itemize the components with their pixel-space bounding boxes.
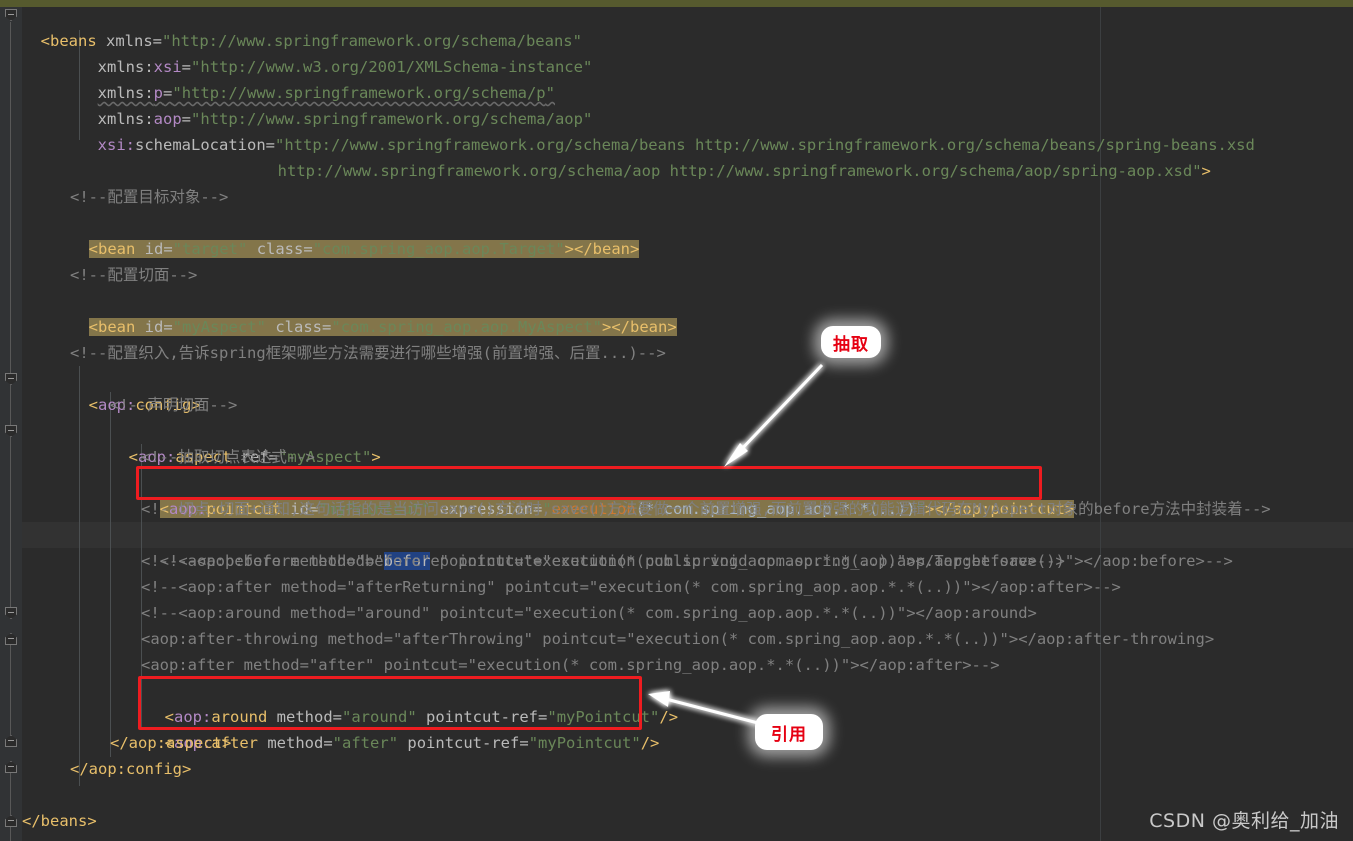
token-attr-local: schemaLocation — [135, 136, 266, 154]
token-attr-ns: xsi: — [97, 136, 135, 154]
token-quote: " — [256, 318, 267, 336]
token-attr: pointcut-ref= — [398, 734, 529, 752]
fold-region-line — [10, 645, 11, 735]
code-line-bean-myaspect[interactable]: <bean id="myAspect" class="com.spring_ao… — [70, 288, 677, 336]
token-value: myAspect — [182, 318, 257, 336]
comment-aspect[interactable]: <!--配置切面--> — [70, 262, 197, 288]
code-line-aop-pointcut[interactable]: <aop:pointcut id="myPointcut" expression… — [141, 470, 1075, 518]
token-quote: " — [1192, 162, 1202, 180]
token-quote: " — [331, 318, 341, 336]
callout-extract-label: 抽取 — [833, 334, 869, 355]
comment-aop-after[interactable]: <aop:after method="after" pointcut="exec… — [141, 652, 1000, 678]
token-quote: " — [528, 734, 539, 752]
token-attr: id= — [135, 318, 173, 336]
token-value: com.spring_aop.aop.MyAspect — [340, 318, 593, 336]
fold-region-line — [10, 827, 11, 841]
callout-reference-label: 引用 — [771, 724, 807, 745]
code-line-4[interactable]: xmlns:aop="http://www.springframework.or… — [79, 80, 593, 128]
token-quote: " — [582, 58, 593, 76]
fold-region-line — [10, 437, 11, 607]
fold-region-line — [10, 22, 11, 382]
token-quote: " — [555, 240, 565, 258]
code-line-aop-config-open[interactable]: <aop:config> — [70, 366, 201, 414]
callout-extract: 抽取 — [821, 326, 881, 358]
code-line-1[interactable]: <beans xmlns="http://www.springframework… — [22, 2, 582, 50]
csdn-watermark: CSDN @奥利给_加油 — [1149, 810, 1339, 832]
token-tag: <bean — [88, 318, 136, 336]
callout-reference: 引用 — [755, 714, 823, 750]
token-quote: " — [631, 734, 641, 752]
token-lt: < — [88, 396, 99, 414]
code-line-6[interactable]: http://www.springframework.org/schema/ao… — [259, 132, 1211, 180]
comment-aop-before[interactable]: <!--<aop:before method="before" pointcut… — [141, 548, 1065, 574]
code-line-aop-after[interactable]: <aop:after method="after" pointcut-ref="… — [146, 704, 660, 752]
comment-declare-aspect[interactable]: <!--声明切面--> — [110, 392, 237, 418]
token-value: com.spring_aop.aop.Target — [322, 240, 556, 258]
token-value: myPointcut — [538, 734, 632, 752]
comment-aop-after-throwing[interactable]: <aop:after-throwing method="afterThrowin… — [141, 626, 1214, 652]
code-line-5[interactable]: xsi:schemaLocation="http://www.springfra… — [79, 106, 1255, 154]
code-line-3[interactable]: xmlns:p="http://www.springframework.org/… — [79, 54, 555, 102]
token-quote: " — [362, 448, 372, 466]
comment-pointcut-explain[interactable]: <!--切点:切面+通知,这句话指的是当访问save()方法时,save()方法… — [141, 496, 1271, 522]
token-quote: " — [238, 240, 248, 258]
fold-region-line — [10, 385, 11, 425]
token-tag-close: </bean> — [611, 318, 677, 336]
token-quote: " — [172, 240, 183, 258]
comment-aop-before-target[interactable]: <!--<aop:before method="before" pointcut… — [141, 522, 1233, 570]
code-line-2[interactable]: xmlns:xsi="http://www.w3.org/2001/XMLSch… — [79, 28, 593, 76]
token-tag-close: > — [1201, 162, 1211, 180]
token-value: target — [182, 240, 239, 258]
indent-guide — [79, 366, 80, 786]
token-attr: id= — [135, 240, 173, 258]
fold-region-line — [10, 773, 11, 815]
token-attr: method= — [258, 734, 333, 752]
token-attr: class= — [266, 318, 332, 336]
token-quote: " — [172, 318, 183, 336]
token-quote: " — [388, 734, 399, 752]
code-line-aop-config-close[interactable]: </aop:config> — [70, 756, 191, 782]
token-value: after — [342, 734, 389, 752]
comment-weaving[interactable]: <!--配置织入,告诉spring框架哪些方法需要进行哪些增强(前置增强、后置.… — [70, 340, 666, 366]
token-gt: > — [564, 240, 575, 258]
token-quote: " — [312, 240, 323, 258]
comment-aop-around[interactable]: <!--<aop:around method="around" pointcut… — [141, 600, 1037, 626]
comment-target-object[interactable]: <!--配置目标对象--> — [70, 184, 228, 210]
comment-extract-pointcut[interactable]: <!--抽取切点表达式--> — [141, 444, 315, 470]
token-quote: " — [332, 734, 343, 752]
token-value: http://www.springframework.org/schema/ao… — [277, 162, 1193, 180]
token-gt: > — [602, 318, 612, 336]
code-line-aop-aspect-open[interactable]: <aop:aspect ref="myAspect"> — [110, 418, 381, 466]
token-gt: > — [371, 448, 381, 466]
token-selfclose: /> — [640, 734, 660, 752]
comment-aop-after-returning[interactable]: <!--<aop:after method="afterReturning" p… — [141, 574, 1121, 600]
code-line-bean-target[interactable]: <bean id="target" class="com.spring_aop.… — [70, 210, 640, 258]
token-lt: < — [128, 448, 139, 466]
token-selfclose: /> — [659, 708, 679, 726]
token-tag-close: </bean> — [574, 240, 640, 258]
token-attr: class= — [247, 240, 313, 258]
code-line-aop-aspect-close[interactable]: </aop:aspect> — [110, 730, 231, 756]
code-line-aop-around[interactable]: <aop:around method="around" pointcut-ref… — [146, 678, 678, 726]
fold-gutter[interactable] — [0, 7, 22, 841]
code-line-beans-close[interactable]: </beans> — [22, 808, 97, 834]
token-tag: <bean — [88, 240, 136, 258]
token-quote: " — [592, 318, 602, 336]
